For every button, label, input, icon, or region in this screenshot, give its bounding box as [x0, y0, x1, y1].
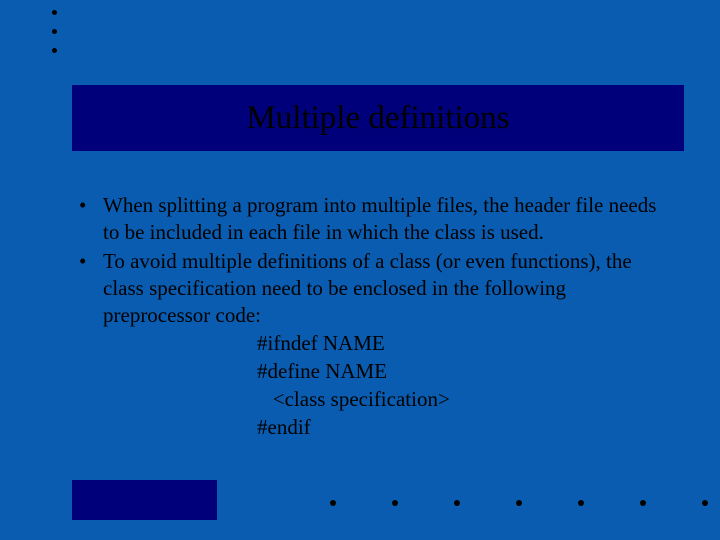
title-bar: Multiple definitions [72, 85, 684, 151]
list-item: • To avoid multiple definitions of a cla… [75, 248, 675, 329]
slide-title: Multiple definitions [246, 100, 509, 137]
dot-icon [702, 500, 708, 506]
bullet-marker: • [75, 192, 103, 246]
bullet-text: To avoid multiple definitions of a class… [103, 248, 675, 329]
dot-icon [392, 500, 398, 506]
dot-icon [516, 500, 522, 506]
slide-body: • When splitting a program into multiple… [75, 192, 675, 441]
dot-icon [52, 48, 57, 53]
dot-icon [52, 29, 57, 34]
list-item: • When splitting a program into multiple… [75, 192, 675, 246]
dot-icon [52, 10, 57, 15]
dot-icon [578, 500, 584, 506]
decorative-dots-top [52, 10, 57, 53]
code-line: #endif [257, 414, 675, 442]
code-line: <class specification> [257, 386, 675, 414]
code-block: #ifndef NAME #define NAME <class specifi… [257, 330, 675, 441]
code-line: #ifndef NAME [257, 330, 675, 358]
dot-icon [330, 500, 336, 506]
bullet-marker: • [75, 248, 103, 329]
decorative-dots-bottom [330, 500, 708, 506]
bullet-text: When splitting a program into multiple f… [103, 192, 675, 246]
dot-icon [454, 500, 460, 506]
code-line: #define NAME [257, 358, 675, 386]
decorative-bar-bottom [72, 480, 217, 520]
dot-icon [640, 500, 646, 506]
